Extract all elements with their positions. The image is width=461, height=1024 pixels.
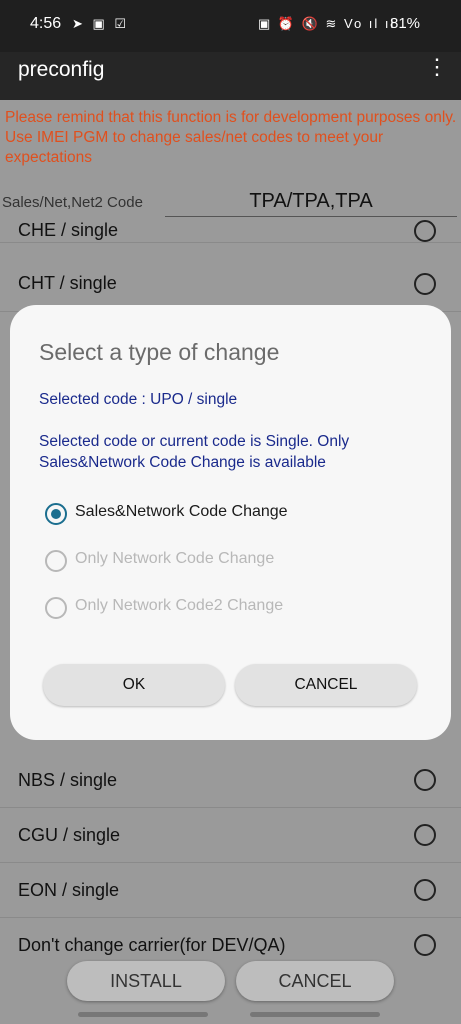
list-item[interactable]: CHT / single [0,256,461,312]
list-item[interactable]: CHE / single [0,220,461,243]
cancel-button[interactable]: CANCEL [236,961,394,1001]
code-row: Sales/Net,Net2 Code TPA/TPA,TPA [0,190,461,220]
dev-warning-text: Please remind that this function is for … [5,109,457,166]
option-label: Only Network Code Change [75,550,275,567]
nav-bar-right [250,1012,380,1017]
list-item[interactable]: NBS / single [0,752,461,808]
radio-icon[interactable] [414,273,436,295]
selected-code-text: Selected code : UPO / single [39,391,238,408]
radio-icon[interactable] [414,879,436,901]
option-label: Sales&Network Code Change [75,503,288,520]
dialog-cancel-button[interactable]: CANCEL [235,664,417,706]
list-item-label: Don't change carrier(for DEV/QA) [18,935,286,955]
list-item-label: CHT / single [18,273,117,293]
list-item-label: CHE / single [18,220,119,240]
radio-icon[interactable] [414,220,436,242]
install-button[interactable]: INSTALL [67,961,225,1001]
radio-icon[interactable] [414,824,436,846]
nav-bar-left [78,1012,208,1017]
radio-disabled-icon [45,550,67,572]
code-label: Sales/Net,Net2 Code [2,194,143,211]
status-bar: 4:56 ➤ ▣ ☑ ▣ ⏰ 🔇 ≋ Vo ıl ıl 81% [0,0,461,52]
notification-icons: ➤ ▣ ☑ [72,16,130,31]
dialog-note: Selected code or current code is Single.… [39,433,350,471]
ok-button[interactable]: OK [43,664,225,706]
battery-level: 81% [390,15,421,32]
option-label: Only Network Code2 Change [75,597,284,614]
list-item[interactable]: EON / single [0,862,461,918]
list-item-label: CGU / single [18,825,121,845]
more-vertical-icon[interactable]: ⋮ [426,56,448,78]
list-item[interactable]: CGU / single [0,807,461,863]
change-type-dialog: Select a type of change Selected code : … [10,305,451,740]
list-item-label: EON / single [18,880,120,900]
app-bar: preconfig ⋮ [0,52,461,100]
app-title: preconfig [18,58,105,81]
radio-checked-icon[interactable] [45,503,67,525]
code-value: TPA/TPA,TPA [165,190,457,217]
radio-disabled-icon [45,597,67,619]
list-item[interactable]: Don't change carrier(for DEV/QA) [0,917,461,972]
system-status-icons: ▣ ⏰ 🔇 ≋ Vo ıl ıl [258,16,396,31]
radio-icon[interactable] [414,769,436,791]
status-time: 4:56 [30,15,62,32]
radio-icon[interactable] [414,934,436,956]
dialog-title: Select a type of change [39,339,280,365]
list-item-label: NBS / single [18,770,118,790]
